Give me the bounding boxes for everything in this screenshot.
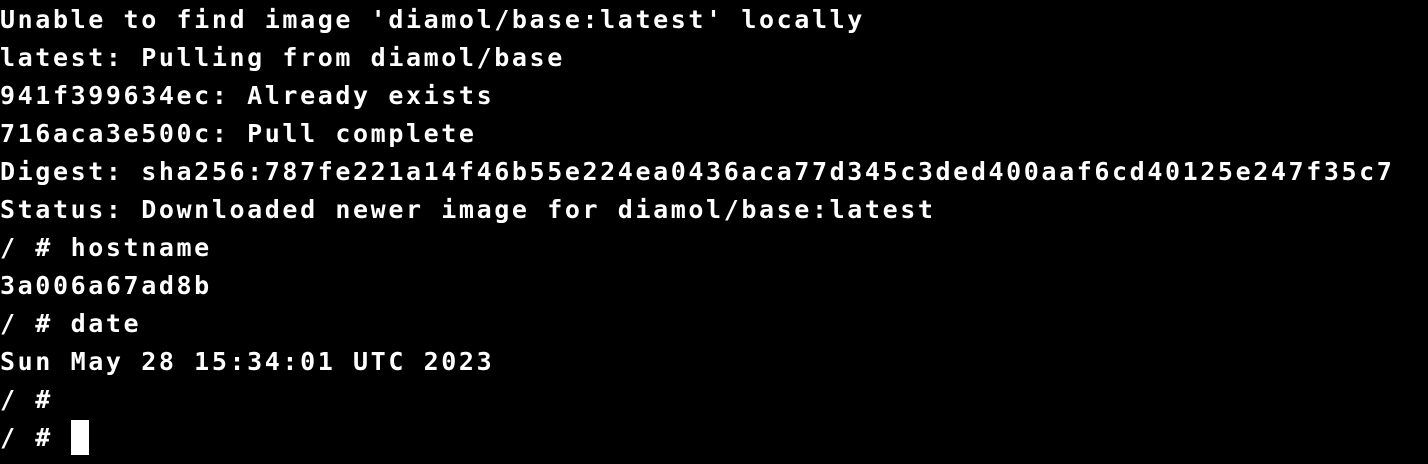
active-prompt-line[interactable]: / #: [0, 419, 89, 457]
output-line: Sun May 28 15:34:01 UTC 2023: [0, 347, 495, 376]
output-line: Unable to find image 'diamol/base:latest…: [0, 5, 865, 34]
text-cursor: [70, 420, 89, 455]
terminal-window[interactable]: Unable to find image 'diamol/base:latest…: [0, 0, 1428, 464]
output-line: latest: Pulling from diamol/base: [0, 43, 565, 72]
output-line: Digest: sha256:787fe221a14f46b55e224ea04…: [0, 157, 1395, 186]
command-line: / # date: [0, 309, 142, 338]
output-line: 941f399634ec: Already exists: [0, 81, 495, 110]
command-line: / #: [0, 385, 53, 414]
command-line: / # hostname: [0, 233, 212, 262]
prompt-text: / #: [0, 423, 71, 452]
output-line: 3a006a67ad8b: [0, 271, 212, 300]
output-line: 716aca3e500c: Pull complete: [0, 119, 477, 148]
output-line: Status: Downloaded newer image for diamo…: [0, 195, 936, 224]
